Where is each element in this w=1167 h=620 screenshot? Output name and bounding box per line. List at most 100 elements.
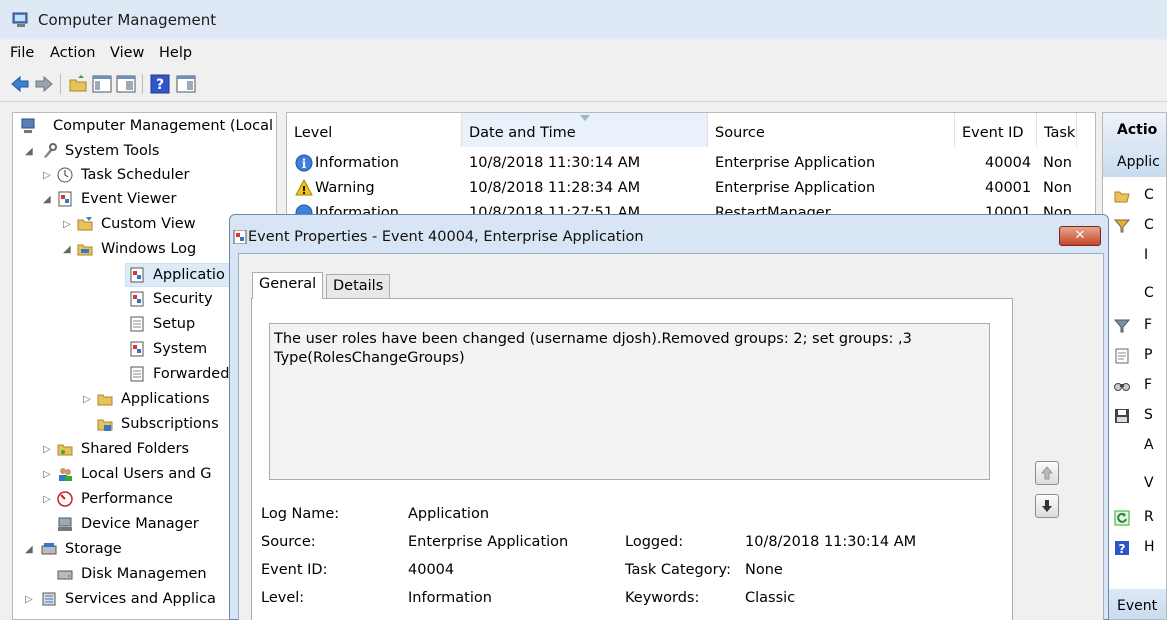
cell-source: Enterprise Application [715, 180, 876, 196]
expand-arrow-icon[interactable]: ▷ [83, 394, 93, 405]
column-header-source[interactable]: Source [708, 113, 955, 147]
expand-arrow-icon[interactable]: ▷ [63, 219, 73, 230]
log-icon [130, 316, 144, 332]
folder-icon [77, 244, 93, 256]
show-hide-console-icon[interactable] [116, 74, 136, 94]
log-icon [130, 366, 144, 382]
tree-item-event-viewer[interactable]: ◢ Event Viewer [13, 188, 276, 212]
action-find[interactable]: F [1103, 371, 1166, 401]
menu-action[interactable]: Action [50, 45, 95, 61]
expand-arrow-icon[interactable]: ▷ [25, 594, 35, 605]
storage-icon [41, 543, 57, 555]
tree-label: Windows Log [101, 241, 197, 257]
menu-bar: File Action View Help [0, 40, 1167, 66]
expand-arrow-icon[interactable]: ▷ [43, 469, 53, 480]
action-filter-current-log[interactable]: F [1103, 311, 1166, 341]
next-event-button[interactable] [1035, 494, 1059, 518]
event-description-box[interactable]: The user roles have been changed (userna… [269, 323, 990, 480]
source-label: Source: [261, 534, 316, 550]
expand-arrow-icon[interactable]: ▷ [43, 494, 53, 505]
help-icon[interactable]: ? [150, 74, 170, 94]
action-import-custom-view[interactable]: I [1103, 241, 1166, 271]
svg-text:?: ? [156, 77, 164, 93]
column-header-task-category[interactable]: Task [1037, 113, 1077, 147]
up-arrow-icon [1041, 466, 1053, 480]
table-row[interactable]: i Information 10/8/2018 11:30:14 AM Ente… [287, 152, 1077, 176]
close-button[interactable]: ✕ [1059, 226, 1101, 246]
action-properties[interactable]: P [1103, 341, 1166, 371]
cell-task-category: Non [1043, 155, 1072, 171]
actions-pane: Actio Applic C C I C F P F S A V R ? H E… [1102, 112, 1167, 620]
find-icon [1114, 383, 1130, 391]
tree-label: Shared Folders [81, 441, 190, 457]
tree-item-task-scheduler[interactable]: ▷ Task Scheduler [13, 164, 276, 188]
down-arrow-icon [1042, 500, 1052, 512]
action-clear-log[interactable]: C [1103, 279, 1166, 309]
action-help[interactable]: ? H [1103, 533, 1166, 563]
task-category-value: None [745, 562, 783, 578]
tree-label: Applicatio [153, 267, 225, 283]
keywords-value: Classic [745, 590, 796, 606]
column-header-level[interactable]: Level [287, 113, 462, 147]
action-refresh[interactable]: R [1103, 503, 1166, 533]
action-view[interactable]: V [1103, 469, 1166, 499]
column-header-event-id[interactable]: Event ID [955, 113, 1037, 147]
tree-label: Local Users and G [81, 466, 212, 482]
svg-text:!: ! [301, 184, 306, 197]
expand-arrow-icon[interactable]: ▷ [43, 170, 53, 181]
tree-label: Storage [65, 541, 122, 557]
action-label: I [1144, 247, 1149, 263]
show-hide-tree-icon[interactable] [92, 74, 112, 94]
table-row[interactable]: ! Warning 10/8/2018 11:28:34 AM Enterpri… [287, 177, 1077, 201]
previous-event-button[interactable] [1035, 461, 1059, 485]
information-icon: i [295, 154, 313, 172]
actions-section-application[interactable]: Applic [1103, 145, 1166, 177]
log-icon [130, 291, 144, 307]
menu-help[interactable]: Help [159, 45, 192, 61]
action-label: C [1144, 217, 1154, 233]
action-label: P [1144, 347, 1153, 363]
services-icon [42, 592, 56, 606]
open-folder-icon [1114, 191, 1130, 203]
tree-item-system-tools[interactable]: ◢ System Tools [13, 140, 276, 164]
refresh-icon [1114, 510, 1130, 526]
collapse-arrow-icon[interactable]: ◢ [43, 194, 53, 205]
event-id-label: Event ID: [261, 562, 328, 578]
action-label: V [1144, 475, 1154, 491]
folder-icon [77, 217, 93, 231]
save-icon [1115, 409, 1129, 423]
event-viewer-icon [233, 230, 247, 244]
forward-arrow-icon[interactable] [34, 74, 54, 94]
up-folder-icon[interactable] [68, 74, 88, 94]
tree-label: Event Viewer [81, 191, 177, 207]
toolbar-separator [142, 74, 143, 94]
collapse-arrow-icon[interactable]: ◢ [25, 544, 35, 555]
disk-icon [57, 570, 73, 580]
action-save-events[interactable]: S [1103, 401, 1166, 431]
tools-icon [44, 143, 57, 158]
action-label: R [1144, 509, 1154, 525]
show-hide-action-pane-icon[interactable] [176, 74, 196, 94]
tree-label: Disk Managemen [81, 566, 207, 582]
collapse-arrow-icon[interactable]: ◢ [63, 244, 73, 255]
action-create-custom-view[interactable]: C [1103, 211, 1166, 241]
collapse-arrow-icon[interactable]: ◢ [25, 146, 35, 157]
tree-item-root[interactable]: Computer Management (Local [13, 115, 276, 139]
performance-icon [57, 491, 73, 507]
menu-view[interactable]: View [110, 45, 144, 61]
event-properties-dialog: Event Properties - Event 40004, Enterpri… [229, 214, 1109, 620]
tab-general[interactable]: General [252, 272, 324, 299]
action-open-saved-log[interactable]: C [1103, 181, 1166, 211]
expand-arrow-icon[interactable]: ▷ [43, 444, 53, 455]
cell-event-id: 40004 [985, 155, 1032, 171]
tab-details[interactable]: Details [326, 274, 391, 298]
log-icon [130, 267, 144, 283]
users-icon [59, 468, 72, 481]
action-attach-task[interactable]: A [1103, 431, 1166, 461]
action-label: C [1144, 187, 1154, 203]
menu-file[interactable]: File [10, 45, 34, 61]
column-header-date-time[interactable]: Date and Time [462, 113, 708, 147]
actions-section-event[interactable]: Event [1103, 589, 1166, 619]
tree-label: Custom View [101, 216, 196, 232]
back-arrow-icon[interactable] [10, 74, 30, 94]
